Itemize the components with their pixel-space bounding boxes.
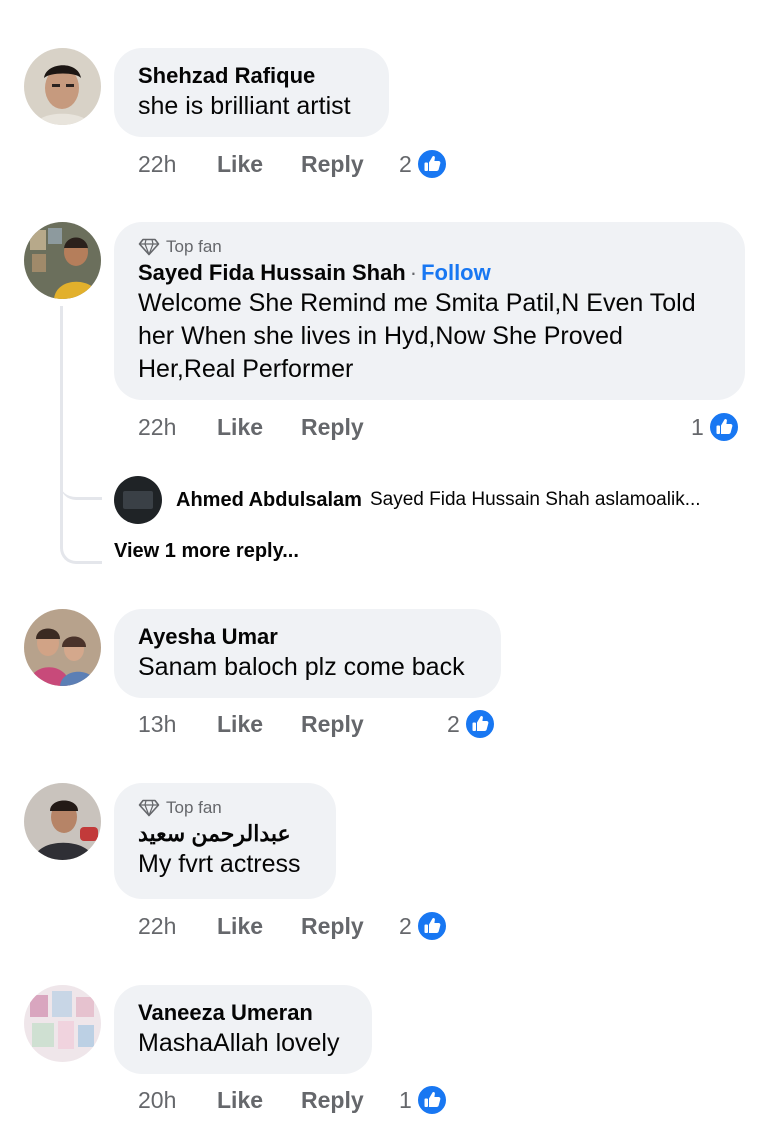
reaction-number: 2 [399, 150, 412, 177]
comment-actions: 22h Like Reply [138, 913, 364, 940]
top-fan-label: Top fan [166, 798, 222, 817]
view-more-replies-link[interactable]: View 1 more reply... [114, 540, 299, 563]
commenter-name[interactable]: Sayed Fida Hussain Shah [138, 260, 406, 285]
comment-text: she is brilliant artist [138, 92, 351, 120]
thread-branch [60, 440, 102, 500]
thread-line [60, 306, 102, 564]
comment-timestamp[interactable]: 22h [138, 414, 217, 441]
like-button[interactable]: Like [217, 414, 301, 441]
reply-button[interactable]: Reply [301, 414, 364, 441]
like-button[interactable]: Like [217, 1087, 301, 1114]
reply-text: Sayed Fida Hussain Shah aslamoalik... [369, 489, 701, 510]
comment-text: Sanam baloch plz come back [138, 653, 465, 681]
like-button[interactable]: Like [217, 913, 301, 940]
like-reaction-icon [708, 411, 740, 443]
like-button[interactable]: Like [217, 711, 301, 738]
comment-timestamp[interactable]: 22h [138, 913, 217, 940]
reaction-number: 2 [399, 912, 412, 939]
reply-author-name[interactable]: Ahmed Abdulsalam [176, 489, 362, 512]
avatar[interactable] [24, 985, 101, 1062]
comment-bubble: Vaneeza Umeran MashaAllah lovely [114, 985, 372, 1074]
commenter-name[interactable]: Shehzad Rafique [138, 62, 365, 90]
diamond-icon [138, 799, 160, 817]
comment-text: MashaAllah lovely [138, 1029, 340, 1057]
comment-timestamp[interactable]: 22h [138, 151, 217, 178]
reply-button[interactable]: Reply [301, 1087, 364, 1114]
reaction-number: 2 [447, 710, 460, 737]
comment-actions: 22h Like Reply [138, 414, 364, 441]
reaction-count[interactable]: 2 [399, 148, 448, 180]
diamond-icon [138, 238, 160, 256]
like-reaction-icon [464, 708, 496, 740]
comment-bubble: Ayesha Umar Sanam baloch plz come back [114, 609, 501, 698]
commenter-name[interactable]: عبدالرحمن سعيد [138, 820, 312, 848]
comment-bubble: Top fan عبدالرحمن سعيد My fvrt actress [114, 783, 336, 899]
reaction-count[interactable]: 1 [691, 411, 740, 443]
reaction-number: 1 [399, 1086, 412, 1113]
comment-bubble: Shehzad Rafique she is brilliant artist [114, 48, 389, 137]
avatar[interactable] [24, 609, 101, 686]
comment-actions: 20h Like Reply [138, 1087, 364, 1114]
comment-actions: 13h Like Reply [138, 711, 364, 738]
commenter-name[interactable]: Vaneeza Umeran [138, 999, 348, 1027]
like-reaction-icon [416, 910, 448, 942]
reaction-count[interactable]: 2 [399, 910, 448, 942]
commenter-name[interactable]: Ayesha Umar [138, 623, 477, 651]
follow-button[interactable]: Follow [421, 260, 491, 285]
reply-button[interactable]: Reply [301, 711, 364, 738]
commenter-name-row: Sayed Fida Hussain Shah · Follow [138, 259, 721, 287]
separator-dot: · [409, 260, 418, 285]
comment-timestamp[interactable]: 20h [138, 1087, 217, 1114]
comment-timestamp[interactable]: 13h [138, 711, 217, 738]
comment-text: My fvrt actress [138, 850, 301, 878]
reply-button[interactable]: Reply [301, 151, 364, 178]
reply-avatar[interactable] [114, 476, 162, 524]
reaction-count[interactable]: 1 [399, 1084, 448, 1116]
comment-bubble: Top fan Sayed Fida Hussain Shah · Follow W… [114, 222, 745, 400]
reply-preview[interactable]: Ahmed Abdulsalam Sayed Fida Hussain Shah… [114, 476, 701, 524]
reply-button[interactable]: Reply [301, 913, 364, 940]
avatar[interactable] [24, 222, 101, 299]
top-fan-label: Top fan [166, 237, 222, 256]
reaction-number: 1 [691, 413, 704, 440]
comment-actions: 22h Like Reply [138, 151, 364, 178]
top-fan-badge: Top fan [138, 236, 721, 258]
avatar[interactable] [24, 48, 101, 125]
like-reaction-icon [416, 1084, 448, 1116]
reaction-count[interactable]: 2 [447, 708, 496, 740]
comment-text: Welcome She Remind me Smita Patil,N Even… [138, 289, 696, 383]
like-button[interactable]: Like [217, 151, 301, 178]
avatar[interactable] [24, 783, 101, 860]
like-reaction-icon [416, 148, 448, 180]
top-fan-badge: Top fan [138, 797, 312, 819]
